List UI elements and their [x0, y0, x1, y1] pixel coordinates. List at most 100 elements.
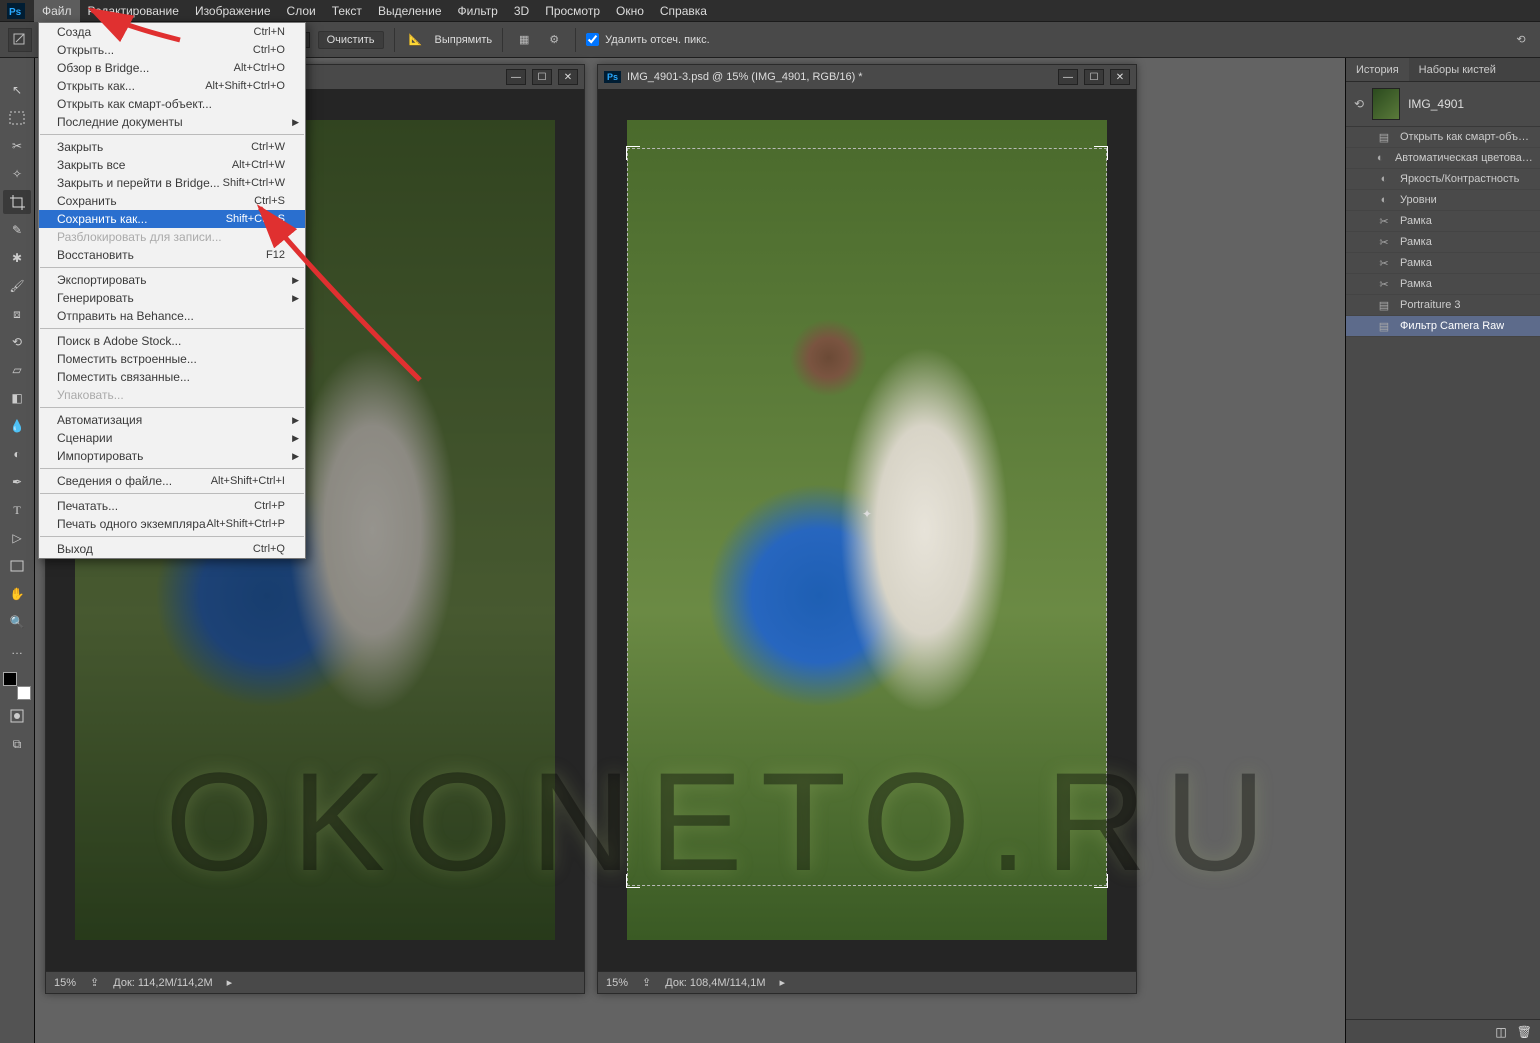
- history-step[interactable]: ▤Открыть как смарт-объект: [1346, 127, 1540, 148]
- more-tools[interactable]: …: [3, 638, 31, 662]
- history-step[interactable]: ◐Яркость/Контрастность: [1346, 169, 1540, 190]
- shape-tool[interactable]: [3, 554, 31, 578]
- share-icon[interactable]: ⇪: [642, 976, 651, 989]
- move-tool[interactable]: ↖: [3, 78, 31, 102]
- menu-item[interactable]: ВосстановитьF12: [39, 246, 305, 264]
- zoom-level-right[interactable]: 15%: [606, 977, 628, 989]
- crop-tool[interactable]: [3, 190, 31, 214]
- menu-item[interactable]: Открыть как смарт-объект...: [39, 95, 305, 113]
- cancel-crop-button[interactable]: ⟲: [1510, 29, 1532, 51]
- blur-tool[interactable]: 💧: [3, 414, 31, 438]
- history-step[interactable]: ◐Автоматическая цветовая корре: [1346, 148, 1540, 169]
- document-titlebar-right[interactable]: Ps IMG_4901-3.psd @ 15% (IMG_4901, RGB/1…: [598, 65, 1136, 89]
- brush-tool[interactable]: 🖌: [3, 274, 31, 298]
- quickmask-toggle[interactable]: [3, 704, 31, 728]
- menu-item[interactable]: Печатать...Ctrl+P: [39, 497, 305, 515]
- menu-item[interactable]: Последние документы▶: [39, 113, 305, 131]
- panel-tab[interactable]: Наборы кистей: [1409, 58, 1506, 81]
- minimize-button[interactable]: —: [1058, 69, 1078, 85]
- history-step[interactable]: ✂Рамка: [1346, 232, 1540, 253]
- menu-item[interactable]: Автоматизация▶: [39, 411, 305, 429]
- menu-item[interactable]: Обзор в Bridge...Alt+Ctrl+O: [39, 59, 305, 77]
- type-tool[interactable]: T: [3, 498, 31, 522]
- gradient-tool[interactable]: ◧: [3, 386, 31, 410]
- menu-3d[interactable]: 3D: [506, 0, 537, 22]
- chevron-right-icon[interactable]: ▸: [780, 976, 786, 989]
- menu-item[interactable]: Поместить встроенные...: [39, 350, 305, 368]
- overlay-grid-icon[interactable]: ▦: [513, 29, 535, 51]
- straighten-icon[interactable]: 📐: [405, 29, 427, 51]
- menu-редактирование[interactable]: Редактирование: [80, 0, 187, 22]
- menu-item[interactable]: Закрыть и перейти в Bridge...Shift+Ctrl+…: [39, 174, 305, 192]
- menu-item[interactable]: Печать одного экземпляраAlt+Shift+Ctrl+P: [39, 515, 305, 533]
- history-step[interactable]: ◐Уровни: [1346, 190, 1540, 211]
- dodge-tool[interactable]: ◐: [3, 442, 31, 466]
- chevron-right-icon[interactable]: ▸: [227, 976, 233, 989]
- eyedropper-tool[interactable]: ✎: [3, 218, 31, 242]
- maximize-button[interactable]: ☐: [1084, 69, 1104, 85]
- screen-mode-toggle[interactable]: ⧉: [3, 732, 31, 756]
- path-select-tool[interactable]: ▷: [3, 526, 31, 550]
- menu-изображение[interactable]: Изображение: [187, 0, 279, 22]
- menu-окно[interactable]: Окно: [608, 0, 652, 22]
- menu-item[interactable]: Поиск в Adobe Stock...: [39, 332, 305, 350]
- magic-wand-tool[interactable]: ✧: [3, 162, 31, 186]
- history-step[interactable]: ✂Рамка: [1346, 274, 1540, 295]
- history-step[interactable]: ▤Фильтр Camera Raw: [1346, 316, 1540, 337]
- menu-просмотр[interactable]: Просмотр: [537, 0, 608, 22]
- background-color[interactable]: [17, 686, 31, 700]
- eraser-tool[interactable]: ▱: [3, 358, 31, 382]
- menu-текст[interactable]: Текст: [324, 0, 370, 22]
- menu-item[interactable]: Сохранить как...Shift+Ctrl+S: [39, 210, 305, 228]
- healing-brush-tool[interactable]: ✱: [3, 246, 31, 270]
- history-step[interactable]: ✂Рамка: [1346, 211, 1540, 232]
- menu-фильтр[interactable]: Фильтр: [450, 0, 506, 22]
- menu-item[interactable]: Генерировать▶: [39, 289, 305, 307]
- canvas-right[interactable]: ✦: [598, 89, 1136, 971]
- menu-item[interactable]: Закрыть всеAlt+Ctrl+W: [39, 156, 305, 174]
- trash-icon[interactable]: 🗑: [1517, 1025, 1532, 1039]
- lasso-tool[interactable]: ✂: [3, 134, 31, 158]
- history-snapshot-row[interactable]: ⟲ IMG_4901: [1346, 82, 1540, 127]
- menu-item[interactable]: Открыть как...Alt+Shift+Ctrl+O: [39, 77, 305, 95]
- hand-tool[interactable]: ✋: [3, 582, 31, 606]
- delete-pixels-checkbox[interactable]: Удалить отсеч. пикс.: [586, 33, 710, 46]
- settings-gear-icon[interactable]: ⚙: [543, 29, 565, 51]
- close-button[interactable]: ✕: [558, 69, 578, 85]
- menu-item[interactable]: Поместить связанные...: [39, 368, 305, 386]
- zoom-tool[interactable]: 🔍: [3, 610, 31, 634]
- history-brush-tool[interactable]: ⟲: [3, 330, 31, 354]
- pen-tool[interactable]: ✒: [3, 470, 31, 494]
- menu-справка[interactable]: Справка: [652, 0, 715, 22]
- menu-item[interactable]: Импортировать▶: [39, 447, 305, 465]
- menu-выделение[interactable]: Выделение: [370, 0, 450, 22]
- maximize-button[interactable]: ☐: [532, 69, 552, 85]
- zoom-level-left[interactable]: 15%: [54, 977, 76, 989]
- menu-item[interactable]: Экспортировать▶: [39, 271, 305, 289]
- share-icon[interactable]: ⇪: [90, 976, 99, 989]
- marquee-tool[interactable]: [3, 106, 31, 130]
- menu-item[interactable]: Сведения о файле...Alt+Shift+Ctrl+I: [39, 472, 305, 490]
- clear-button[interactable]: Очистить: [318, 31, 384, 49]
- history-step[interactable]: ▤Portraiture 3: [1346, 295, 1540, 316]
- panel-tab[interactable]: История: [1346, 58, 1409, 81]
- close-button[interactable]: ✕: [1110, 69, 1130, 85]
- menu-item[interactable]: СохранитьCtrl+S: [39, 192, 305, 210]
- history-step[interactable]: ✂Рамка: [1346, 253, 1540, 274]
- menu-item[interactable]: ВыходCtrl+Q: [39, 540, 305, 558]
- menu-item[interactable]: Сценарии▶: [39, 429, 305, 447]
- tool-preset-button[interactable]: [8, 28, 32, 52]
- color-swatches[interactable]: [3, 672, 31, 700]
- menu-слои[interactable]: Слои: [279, 0, 324, 22]
- delete-pixels-check-input[interactable]: [586, 33, 599, 46]
- foreground-color[interactable]: [3, 672, 17, 686]
- menu-файл[interactable]: Файл: [34, 0, 80, 22]
- menu-item[interactable]: ЗакрытьCtrl+W: [39, 138, 305, 156]
- minimize-button[interactable]: —: [506, 69, 526, 85]
- menu-item[interactable]: Отправить на Behance...: [39, 307, 305, 325]
- crop-center-icon[interactable]: ✦: [862, 507, 872, 521]
- stamp-tool[interactable]: ⧈: [3, 302, 31, 326]
- menu-item[interactable]: СоздаCtrl+N: [39, 23, 305, 41]
- new-snapshot-icon[interactable]: ◫: [1495, 1025, 1506, 1039]
- menu-item[interactable]: Открыть...Ctrl+O: [39, 41, 305, 59]
